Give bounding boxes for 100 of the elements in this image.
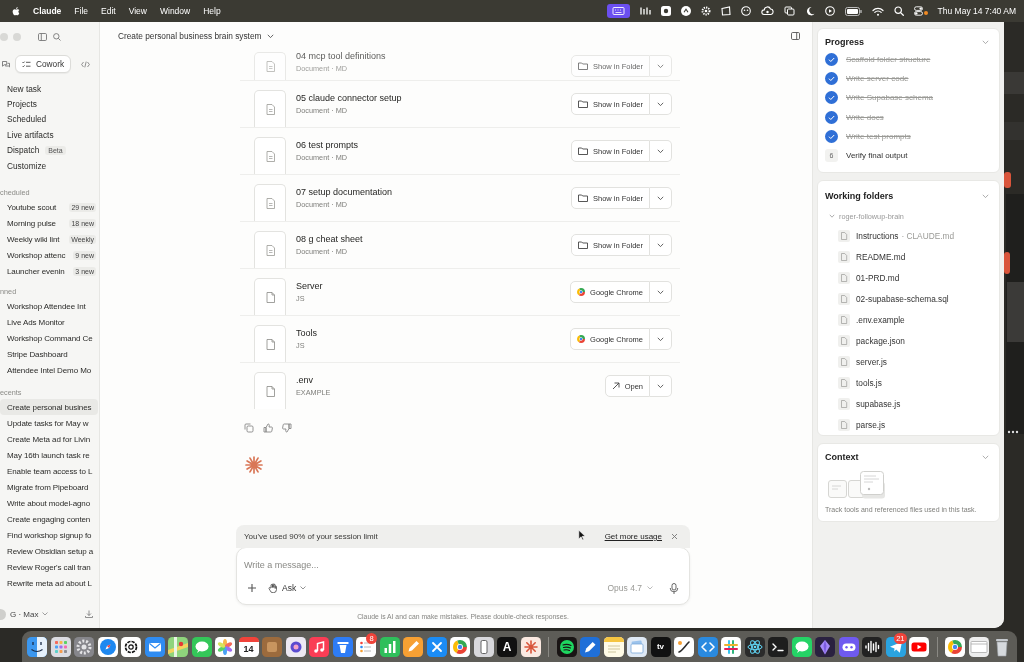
file-name[interactable]: README.md <box>856 251 906 262</box>
cup-icon[interactable] <box>332 636 353 657</box>
sidebar-item[interactable]: Review Roger's call tran <box>0 559 98 576</box>
chat-bubble-icon[interactable] <box>791 636 812 657</box>
notepad-icon[interactable] <box>603 636 624 657</box>
map-icon[interactable] <box>168 636 188 657</box>
gear-icon[interactable] <box>74 636 94 657</box>
bar-chart-icon[interactable] <box>379 636 400 657</box>
file-thumbnail[interactable] <box>254 372 286 409</box>
list-icon[interactable] <box>356 636 376 657</box>
microphone-icon[interactable] <box>669 582 679 594</box>
bars-icon[interactable] <box>639 6 651 16</box>
account-button[interactable]: G · Max <box>0 608 49 620</box>
square-outline-icon[interactable] <box>720 6 731 16</box>
waveform-icon[interactable] <box>862 636 882 657</box>
file-thumbnail[interactable] <box>254 278 286 315</box>
sidebar-item[interactable]: Live Ads Monitor <box>0 314 98 331</box>
rounded-square-icon[interactable] <box>660 6 671 16</box>
message-input[interactable]: Write a message... <box>244 556 679 574</box>
nav-item[interactable]: New task <box>0 81 99 97</box>
smiley-icon[interactable] <box>740 6 751 16</box>
sidebar-item[interactable]: Migrate from Pipeboard <box>0 479 98 496</box>
sidebar-item[interactable]: Create personal busines <box>0 399 98 416</box>
battery-icon[interactable] <box>844 6 862 16</box>
tv-logo[interactable]: tv <box>650 636 671 657</box>
sidebar-item[interactable]: Enable team access to L <box>0 463 98 480</box>
circle-icon[interactable] <box>680 6 691 16</box>
sidebar-item[interactable]: Stripe Dashboard <box>0 346 98 363</box>
sidebar-toggle-icon[interactable] <box>38 33 47 41</box>
cloud-icon[interactable] <box>760 6 774 16</box>
grid-icon[interactable] <box>50 636 71 657</box>
file-name[interactable]: server.js <box>856 356 887 367</box>
file-name[interactable]: Instructions <box>856 230 899 241</box>
gear-icon[interactable] <box>700 6 711 16</box>
code-brackets-icon[interactable] <box>697 636 718 657</box>
sidebar-item[interactable]: Workshop Command Ce <box>0 330 98 347</box>
message-composer[interactable]: Write a message... Ask Opus 4.7 <box>236 547 690 605</box>
task-title-button[interactable]: Create personal business brain system <box>118 31 275 41</box>
phone-icon[interactable] <box>473 636 494 657</box>
envelope-icon[interactable] <box>144 636 165 657</box>
menu-item[interactable]: View <box>128 6 147 16</box>
file-name[interactable]: .env.example <box>856 314 905 325</box>
nav-item[interactable]: Customize <box>0 157 99 174</box>
sidebar-item[interactable]: Attendee Intel Demo Mo <box>0 362 98 379</box>
sidebar-item[interactable]: Rewrite meta ad about L <box>0 575 98 592</box>
browser-logo-icon[interactable] <box>450 636 470 657</box>
toggles-icon[interactable] <box>913 6 923 16</box>
file-thumbnail[interactable] <box>254 231 286 268</box>
file-thumbnail[interactable] <box>254 325 286 362</box>
thumbs-up-icon[interactable] <box>263 423 273 433</box>
wifi-icon[interactable] <box>871 6 884 16</box>
apple-icon[interactable] <box>11 5 20 17</box>
keyboard-icon[interactable] <box>606 4 630 18</box>
file-thumbnail[interactable] <box>254 52 286 80</box>
sidebar-item[interactable]: May 16th launch task re <box>0 447 98 464</box>
app-menu[interactable]: Claude <box>33 6 62 16</box>
search-icon[interactable] <box>893 6 904 16</box>
pen-stroke-icon[interactable] <box>674 636 694 657</box>
menu-item[interactable]: Help <box>203 6 221 16</box>
music-note-icon[interactable] <box>309 636 329 657</box>
get-more-usage-link[interactable]: Get more usage <box>604 532 662 541</box>
photo-stack-icon[interactable] <box>627 636 647 657</box>
calendar-tile[interactable]: 14 <box>238 636 259 657</box>
file-thumbnail[interactable] <box>254 184 286 221</box>
moon-icon[interactable] <box>804 6 815 16</box>
nav-item[interactable]: Projects <box>0 96 99 112</box>
clock[interactable]: Thu May 14 7:40 AM <box>937 6 1016 16</box>
sidebar-item[interactable]: Find workshop signup fo <box>0 527 98 544</box>
sidebar-item[interactable]: Create engaging conten <box>0 511 98 528</box>
sidebar-item[interactable]: Update tasks for May w <box>0 415 98 432</box>
smiley-face-icon[interactable] <box>27 636 47 657</box>
pen-icon[interactable] <box>580 636 600 657</box>
atom-icon[interactable] <box>744 636 765 657</box>
square-tile-icon[interactable] <box>262 636 282 657</box>
ring-icon[interactable] <box>121 636 141 657</box>
letter-logo[interactable]: A <box>497 636 517 657</box>
cowork-tab[interactable]: Cowork <box>15 55 72 73</box>
browser-logo-icon[interactable] <box>945 636 965 657</box>
compass-icon[interactable] <box>97 636 118 657</box>
file-thumbnail[interactable] <box>254 137 286 174</box>
gem-icon[interactable] <box>815 636 835 657</box>
window-thumbnail-icon[interactable] <box>968 636 989 657</box>
menu-item[interactable]: Edit <box>101 6 116 16</box>
overlapping-squares-icon[interactable] <box>783 6 795 16</box>
sidebar-item[interactable]: Workshop Attendee Int <box>0 298 98 315</box>
plus-icon[interactable] <box>247 583 257 593</box>
download-icon[interactable] <box>85 610 93 618</box>
thumbs-down-icon[interactable] <box>282 423 292 433</box>
sidebar-item[interactable]: Review Obsidian setup a <box>0 543 98 560</box>
menu-item[interactable]: Window <box>160 6 191 16</box>
nav-item[interactable]: Live artifacts <box>0 127 99 143</box>
play-circle-icon[interactable] <box>824 6 835 16</box>
mode-button[interactable]: Ask <box>268 583 307 593</box>
play-icon[interactable] <box>909 636 929 657</box>
file-name[interactable]: package.json <box>856 335 905 346</box>
file-name[interactable]: tools.js <box>856 377 882 388</box>
flower-icon[interactable] <box>215 636 235 657</box>
file-name[interactable]: parse.js <box>856 419 886 430</box>
menu-item[interactable]: File <box>74 6 89 16</box>
panel-toggle-icon[interactable] <box>791 32 800 40</box>
